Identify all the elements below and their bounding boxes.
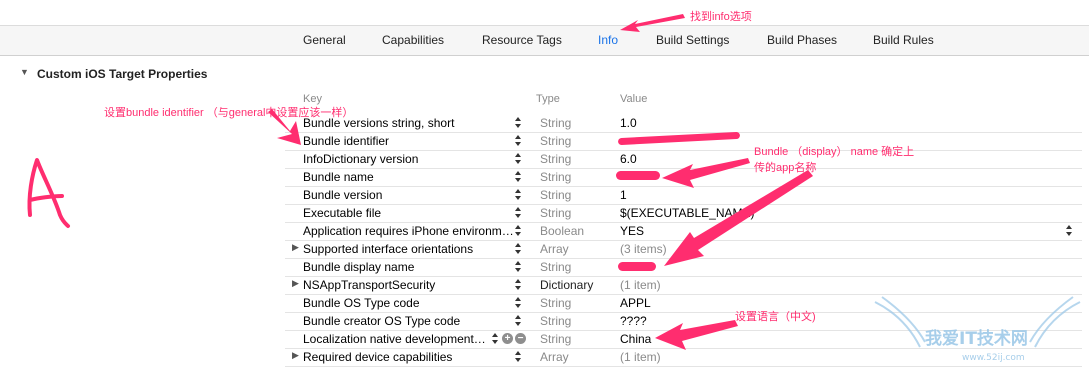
row-type[interactable]: String xyxy=(540,296,571,310)
tab-build-rules[interactable]: Build Rules xyxy=(873,33,934,47)
annotation-set-bundle-id: 设置bundle identifier （与general中设置应该一样） xyxy=(104,107,354,119)
plist-row[interactable]: Bundle version String 1 xyxy=(285,186,1082,205)
row-key: Supported interface orientations xyxy=(303,242,474,256)
row-key: Bundle identifier xyxy=(303,134,390,148)
redaction-scribble xyxy=(616,171,660,180)
expand-triangle-icon[interactable]: ▶ xyxy=(292,242,299,253)
tab-build-phases[interactable]: Build Phases xyxy=(767,33,837,47)
row-value[interactable]: 1.0 xyxy=(620,116,637,130)
key-stepper-icon[interactable] xyxy=(514,241,522,256)
value-stepper-icon[interactable] xyxy=(1065,223,1073,238)
key-stepper-icon[interactable] xyxy=(491,331,499,346)
row-type[interactable]: Array xyxy=(540,242,569,256)
row-value: (1 item) xyxy=(620,278,661,292)
tab-bar: General Capabilities Resource Tags Info … xyxy=(0,25,1089,56)
row-key: Localization native development… xyxy=(303,332,486,346)
handwritten-letter-a-icon xyxy=(27,158,70,228)
remove-row-icon[interactable]: − xyxy=(515,333,526,344)
disclosure-triangle-icon[interactable]: ▼ xyxy=(20,67,29,77)
annotation-bundle-name-1: Bundle （display） name 确定上 xyxy=(754,146,915,158)
row-type[interactable]: String xyxy=(540,134,571,148)
column-header-value[interactable]: Value xyxy=(620,93,647,105)
row-type[interactable]: String xyxy=(540,206,571,220)
row-key: Bundle OS Type code xyxy=(303,296,420,310)
row-value[interactable]: YES xyxy=(620,224,644,238)
row-key: Executable file xyxy=(303,206,382,220)
row-key: Bundle version xyxy=(303,188,383,202)
expand-triangle-icon[interactable]: ▶ xyxy=(292,278,299,289)
key-stepper-icon[interactable] xyxy=(514,187,522,202)
row-value: (3 items) xyxy=(620,242,667,256)
row-type[interactable]: Dictionary xyxy=(540,278,593,292)
tab-info[interactable]: Info xyxy=(598,33,618,47)
expand-triangle-icon[interactable]: ▶ xyxy=(292,350,299,361)
section-header[interactable]: ▼ Custom iOS Target Properties xyxy=(0,64,600,84)
annotation-bundle-name-2: 传的app名称 xyxy=(754,162,817,174)
plist-row[interactable]: Bundle versions string, short String 1.0 xyxy=(285,114,1082,133)
watermark-title: 我爱IT技术网 xyxy=(925,328,1028,349)
row-type[interactable]: String xyxy=(540,188,571,202)
row-key: Bundle creator OS Type code xyxy=(303,314,461,328)
row-type[interactable]: String xyxy=(540,314,571,328)
key-stepper-icon[interactable] xyxy=(514,169,522,184)
row-value[interactable]: ???? xyxy=(620,314,647,328)
row-type[interactable]: String xyxy=(540,116,571,130)
row-key: Required device capabilities xyxy=(303,350,453,364)
key-stepper-icon[interactable] xyxy=(514,277,522,292)
add-row-icon[interactable]: + xyxy=(502,333,513,344)
key-stepper-icon[interactable] xyxy=(514,205,522,220)
redaction-scribble xyxy=(618,262,656,271)
tab-build-settings[interactable]: Build Settings xyxy=(656,33,729,47)
section-title: Custom iOS Target Properties xyxy=(37,67,208,81)
row-key: Application requires iPhone environm… xyxy=(303,224,514,238)
plist-row[interactable]: Bundle display name String xyxy=(285,258,1082,277)
tab-general[interactable]: General xyxy=(303,33,346,47)
tab-resource-tags[interactable]: Resource Tags xyxy=(482,33,562,47)
key-stepper-icon[interactable] xyxy=(514,313,522,328)
row-value[interactable]: $(EXECUTABLE_NAME) xyxy=(620,206,754,220)
row-type[interactable]: String xyxy=(540,152,571,166)
column-header-type[interactable]: Type xyxy=(536,93,560,105)
key-stepper-icon[interactable] xyxy=(514,133,522,148)
annotation-find-info: 找到info选项 xyxy=(690,11,752,23)
row-key: InfoDictionary version xyxy=(303,152,419,166)
plist-row[interactable]: InfoDictionary version String 6.0 xyxy=(285,150,1082,169)
row-value[interactable]: 1 xyxy=(620,188,627,202)
key-stepper-icon[interactable] xyxy=(514,115,522,130)
key-stepper-icon[interactable] xyxy=(514,349,522,364)
watermark-logo: 我爱IT技术网 www.52ij.com xyxy=(874,296,1081,363)
key-stepper-icon[interactable] xyxy=(514,259,522,274)
plist-row[interactable]: ▶ Supported interface orientations Array… xyxy=(285,240,1082,259)
row-value[interactable]: APPL xyxy=(620,296,651,310)
row-type[interactable]: String xyxy=(540,332,571,346)
row-key: Bundle name xyxy=(303,170,374,184)
row-key: NSAppTransportSecurity xyxy=(303,278,436,292)
row-value: (1 item) xyxy=(620,350,661,364)
row-type[interactable]: String xyxy=(540,170,571,184)
plist-row[interactable]: Application requires iPhone environm… Bo… xyxy=(285,222,1082,241)
row-type[interactable]: String xyxy=(540,260,571,274)
watermark-url: www.52ij.com xyxy=(962,353,1025,363)
tab-capabilities[interactable]: Capabilities xyxy=(382,33,444,47)
key-stepper-icon[interactable] xyxy=(514,223,522,238)
plist-row[interactable]: Bundle name String xyxy=(285,168,1082,187)
annotation-set-language: 设置语言（中文) xyxy=(735,311,816,323)
row-value[interactable]: 6.0 xyxy=(620,152,637,166)
key-stepper-icon[interactable] xyxy=(514,295,522,310)
key-stepper-icon[interactable] xyxy=(514,151,522,166)
plist-row[interactable]: Executable file String $(EXECUTABLE_NAME… xyxy=(285,204,1082,223)
row-key: Bundle display name xyxy=(303,260,415,274)
row-type[interactable]: Array xyxy=(540,350,569,364)
row-value[interactable]: China xyxy=(620,332,651,346)
row-type[interactable]: Boolean xyxy=(540,224,584,238)
